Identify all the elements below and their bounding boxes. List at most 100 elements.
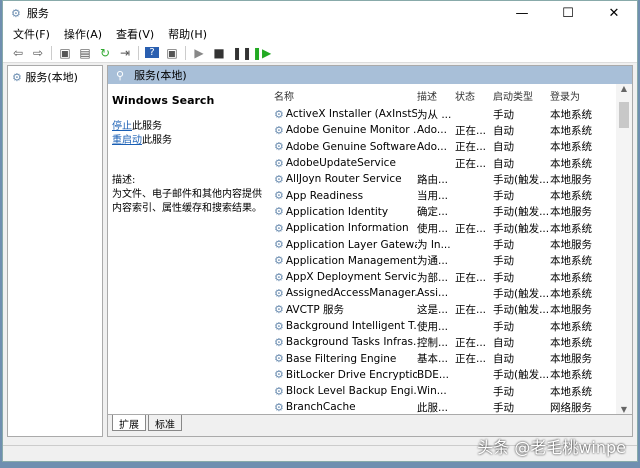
startup-type-cell: 自动 bbox=[493, 336, 514, 349]
service-gear-icon: ⚙ bbox=[274, 368, 284, 382]
log-on-as-cell: 本地系统 bbox=[550, 108, 592, 121]
log-on-as-cell: 本地服务 bbox=[550, 206, 592, 219]
status-cell: 正在... bbox=[455, 336, 487, 349]
status-cell: 正在... bbox=[455, 157, 487, 170]
column-description[interactable]: 描述 bbox=[417, 88, 455, 103]
stop-service-link[interactable]: 停止 bbox=[112, 121, 132, 132]
service-row[interactable]: ⚙ App Readiness 当用... 手动 本地系统 bbox=[272, 187, 632, 203]
service-gear-icon: ⚙ bbox=[274, 400, 284, 414]
watermark: 头条 @老毛桃winpe bbox=[477, 438, 626, 457]
service-row[interactable]: ⚙ Base Filtering Engine 基本... 正在... 自动 本地服务 bbox=[272, 350, 632, 366]
service-row[interactable]: ⚙ AllJoyn Router Service 路由... 手动(触发... 本地服务 bbox=[272, 171, 632, 187]
scrollbar-thumb[interactable] bbox=[619, 102, 629, 128]
service-gear-icon: ⚙ bbox=[274, 189, 284, 203]
service-name-cell: ⚙ BitLocker Drive Encryptio... bbox=[272, 368, 417, 381]
service-row[interactable]: ⚙ AdobeUpdateService 正在... 自动 本地系统 bbox=[272, 155, 632, 171]
stop-service-icon[interactable]: ■ bbox=[212, 46, 226, 60]
service-row[interactable]: ⚙ BitLocker Drive Encryptio... BDE... 手动(触发… bbox=[272, 367, 632, 383]
description-cell: 当用... bbox=[417, 190, 449, 203]
startup-type-cell: 手动 bbox=[493, 255, 514, 268]
log-on-as-cell: 本地服务 bbox=[550, 353, 592, 366]
menu-file[interactable]: 文件(F) bbox=[13, 26, 50, 42]
description-cell: Ado... bbox=[417, 124, 447, 137]
menu-view[interactable]: 查看(V) bbox=[116, 26, 154, 42]
startup-type-cell: 自动 bbox=[493, 353, 514, 366]
description-cell: 为 In... bbox=[417, 239, 451, 252]
service-row[interactable]: ⚙ Application Identity 确定... 手动(触发... 本地服务 bbox=[272, 204, 632, 220]
pause-service-icon[interactable]: ❚❚ bbox=[232, 46, 252, 60]
log-on-as-cell: 本地系统 bbox=[550, 124, 592, 137]
service-name-text: Base Filtering Engine bbox=[285, 352, 397, 365]
refresh-icon[interactable]: ↻ bbox=[98, 46, 112, 60]
startup-type-cell: 手动(触发... bbox=[493, 222, 550, 235]
service-row[interactable]: ⚙ ActiveX Installer (AxInstSV) 为从 ... 手动 本地系… bbox=[272, 106, 632, 122]
description-cell: 此服... bbox=[417, 401, 449, 414]
forward-icon[interactable]: ⇨ bbox=[31, 46, 45, 60]
show-console-tree-icon[interactable]: ▣ bbox=[58, 46, 72, 60]
column-header-row: ^ 名称 描述 状态 启动类型 登录为 bbox=[272, 84, 632, 106]
service-row[interactable]: ⚙ AVCTP 服务 这是... 正在... 手动(触发... 本地服务 bbox=[272, 302, 632, 318]
tab-standard[interactable]: 标准 bbox=[148, 415, 182, 431]
service-name-text: Background Intelligent T... bbox=[285, 320, 417, 332]
action-pane-icon[interactable]: ▣ bbox=[165, 46, 179, 60]
service-name-text: Application Information bbox=[285, 222, 409, 235]
status-cell: 正在... bbox=[455, 271, 487, 284]
startup-type-cell: 手动(触发... bbox=[493, 287, 550, 300]
description-cell: 为从 ... bbox=[417, 108, 452, 121]
status-cell: 正在... bbox=[455, 304, 487, 317]
help-icon[interactable]: ? bbox=[145, 47, 159, 58]
log-on-as-cell: 本地系统 bbox=[550, 385, 592, 398]
service-row[interactable]: ⚙ Adobe Genuine Software... Ado... 正在... 自动 本… bbox=[272, 139, 632, 155]
service-row[interactable]: ⚙ Application Layer Gatewa... 为 In... 手动 本地服… bbox=[272, 236, 632, 252]
pane-header: 服务(本地) bbox=[134, 69, 187, 82]
maximize-button[interactable]: ☐ bbox=[545, 1, 591, 25]
service-row[interactable]: ⚙ Application Information 使用... 正在... 手动(触发.… bbox=[272, 220, 632, 236]
startup-type-cell: 手动 bbox=[493, 401, 514, 414]
restart-service-link[interactable]: 重启动 bbox=[112, 135, 142, 146]
service-name-text: Adobe Genuine Software... bbox=[285, 140, 417, 153]
status-cell: 正在... bbox=[455, 222, 487, 235]
service-name-text: BitLocker Drive Encryptio... bbox=[285, 368, 417, 381]
service-name-text: ActiveX Installer (AxInstSV) bbox=[285, 108, 417, 121]
service-gear-icon: ⚙ bbox=[274, 286, 284, 300]
back-icon[interactable]: ⇦ bbox=[11, 46, 25, 60]
sort-ascending-icon: ^ bbox=[340, 84, 348, 90]
service-name-cell: ⚙ BranchCache bbox=[272, 401, 417, 414]
start-service-icon[interactable]: ▶ bbox=[192, 46, 206, 60]
service-row[interactable]: ⚙ BranchCache 此服... 手动 网络服务 bbox=[272, 399, 632, 414]
startup-type-cell: 手动(触发... bbox=[493, 173, 550, 186]
menu-help[interactable]: 帮助(H) bbox=[168, 26, 207, 42]
service-name-text: App Readiness bbox=[285, 189, 364, 202]
service-row[interactable]: ⚙ AppX Deployment Servic... 为部... 正在... 手动 本地… bbox=[272, 269, 632, 285]
column-log-on-as[interactable]: 登录为 bbox=[550, 88, 610, 103]
service-name-text: Background Tasks Infras... bbox=[285, 336, 417, 349]
column-startup-type[interactable]: 启动类型 bbox=[493, 88, 550, 103]
properties-icon[interactable]: ▤ bbox=[78, 46, 92, 60]
close-button[interactable]: ✕ bbox=[591, 1, 637, 25]
column-status[interactable]: 状态 bbox=[455, 88, 493, 103]
service-row[interactable]: ⚙ Background Intelligent T... 使用... 手动 本地系统 bbox=[272, 318, 632, 334]
service-row[interactable]: ⚙ Application Management 为通... 手动 本地系统 bbox=[272, 253, 632, 269]
tab-extended[interactable]: 扩展 bbox=[112, 415, 146, 431]
service-gear-icon: ⚙ bbox=[274, 140, 284, 154]
tree-item-services-local[interactable]: ⚙ 服务(本地) bbox=[12, 69, 98, 85]
service-row[interactable]: ⚙ AssignedAccessManager... Assi... 手动(触发...… bbox=[272, 285, 632, 301]
description-cell: Win... bbox=[417, 385, 447, 398]
export-list-icon[interactable]: ⇥ bbox=[118, 46, 132, 60]
menu-action[interactable]: 操作(A) bbox=[64, 26, 102, 42]
startup-type-cell: 自动 bbox=[493, 141, 514, 154]
status-cell: 正在... bbox=[455, 141, 487, 154]
vertical-scrollbar[interactable]: ▲ ▼ bbox=[616, 84, 632, 414]
minimize-button[interactable]: — bbox=[499, 1, 545, 25]
service-gear-icon: ⚙ bbox=[274, 319, 284, 333]
service-gear-icon: ⚙ bbox=[274, 254, 284, 268]
description-cell: 确定... bbox=[417, 206, 449, 219]
startup-type-cell: 手动(触发... bbox=[493, 304, 550, 317]
log-on-as-cell: 本地系统 bbox=[550, 287, 592, 300]
services-list: ^ 名称 描述 状态 启动类型 登录为 ⚙ ActiveX Installer (… bbox=[272, 84, 632, 414]
service-name-cell: ⚙ Application Layer Gatewa... bbox=[272, 238, 417, 251]
restart-service-icon[interactable]: ❚▶ bbox=[252, 46, 271, 60]
service-row[interactable]: ⚙ Adobe Genuine Monitor ... Ado... 正在... 自动 本… bbox=[272, 122, 632, 138]
service-row[interactable]: ⚙ Background Tasks Infras... 控制... 正在... 自动 本… bbox=[272, 334, 632, 350]
service-row[interactable]: ⚙ Block Level Backup Engi... Win... 手动 本地系统 bbox=[272, 383, 632, 399]
